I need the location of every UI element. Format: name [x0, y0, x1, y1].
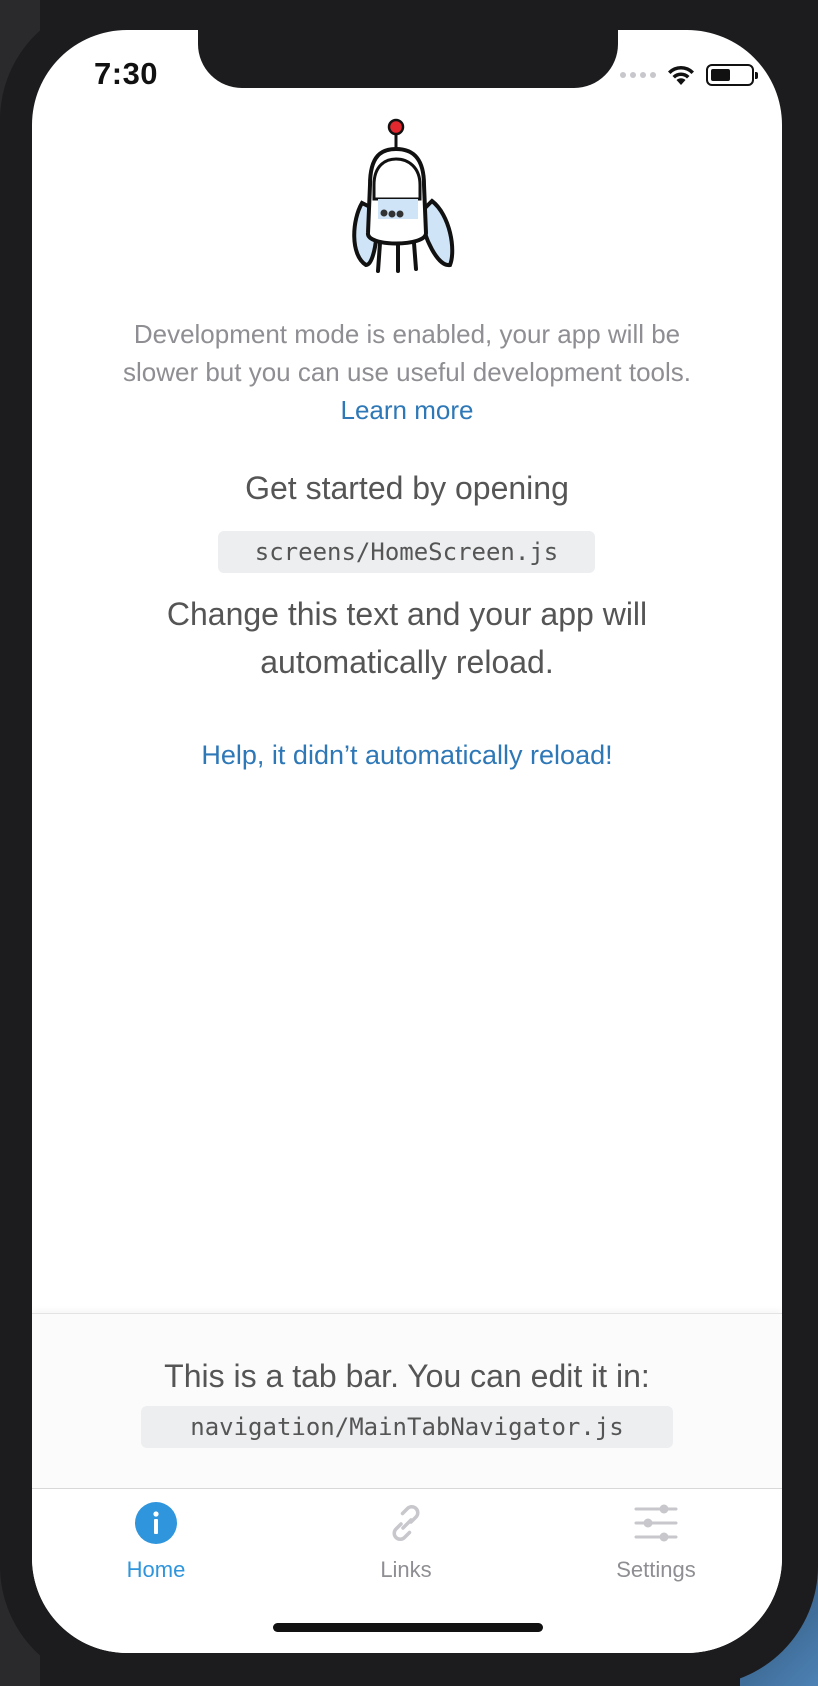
battery-icon — [706, 64, 758, 86]
tab-home-label: Home — [126, 1557, 186, 1582]
notch — [198, 30, 618, 88]
learn-more-link[interactable]: Learn more — [341, 395, 474, 425]
tab-settings[interactable]: Settings — [556, 1501, 756, 1583]
settings-sliders-icon — [634, 1504, 678, 1542]
link-icon — [392, 1505, 420, 1541]
tab-settings-label: Settings — [616, 1557, 696, 1582]
tab-links[interactable]: Links — [306, 1501, 506, 1583]
get-started-text: Get started by opening — [245, 470, 569, 506]
development-mode-text: Development mode is enabled, your app wi… — [122, 315, 692, 429]
status-time: 7:30 — [94, 56, 159, 91]
phone-screen: 7:30 Development mode is enabled, your a… — [32, 30, 782, 1653]
tab-home[interactable]: Home — [56, 1501, 256, 1583]
tab-bar-info-text: This is a tab bar. You can edit it in: — [164, 1358, 650, 1394]
info-icon — [135, 1502, 177, 1544]
tab-links-label: Links — [380, 1557, 432, 1582]
wifi-icon — [668, 65, 694, 85]
tab-navigator-file-path: navigation/MainTabNavigator.js — [141, 1406, 673, 1448]
home-screen-file-path: screens/HomeScreen.js — [218, 531, 595, 573]
battery-fill — [711, 69, 730, 81]
robot-icon — [352, 118, 455, 273]
tab-bar-info-panel — [32, 1313, 782, 1488]
status-icons — [620, 64, 758, 86]
signal-dots-icon — [620, 72, 656, 78]
help-reload-link[interactable]: Help, it didn’t automatically reload! — [122, 740, 692, 771]
home-indicator — [273, 1623, 543, 1632]
change-text-message: Change this text and your app will autom… — [166, 596, 648, 680]
development-mode-message: Development mode is enabled, your app wi… — [122, 319, 691, 387]
